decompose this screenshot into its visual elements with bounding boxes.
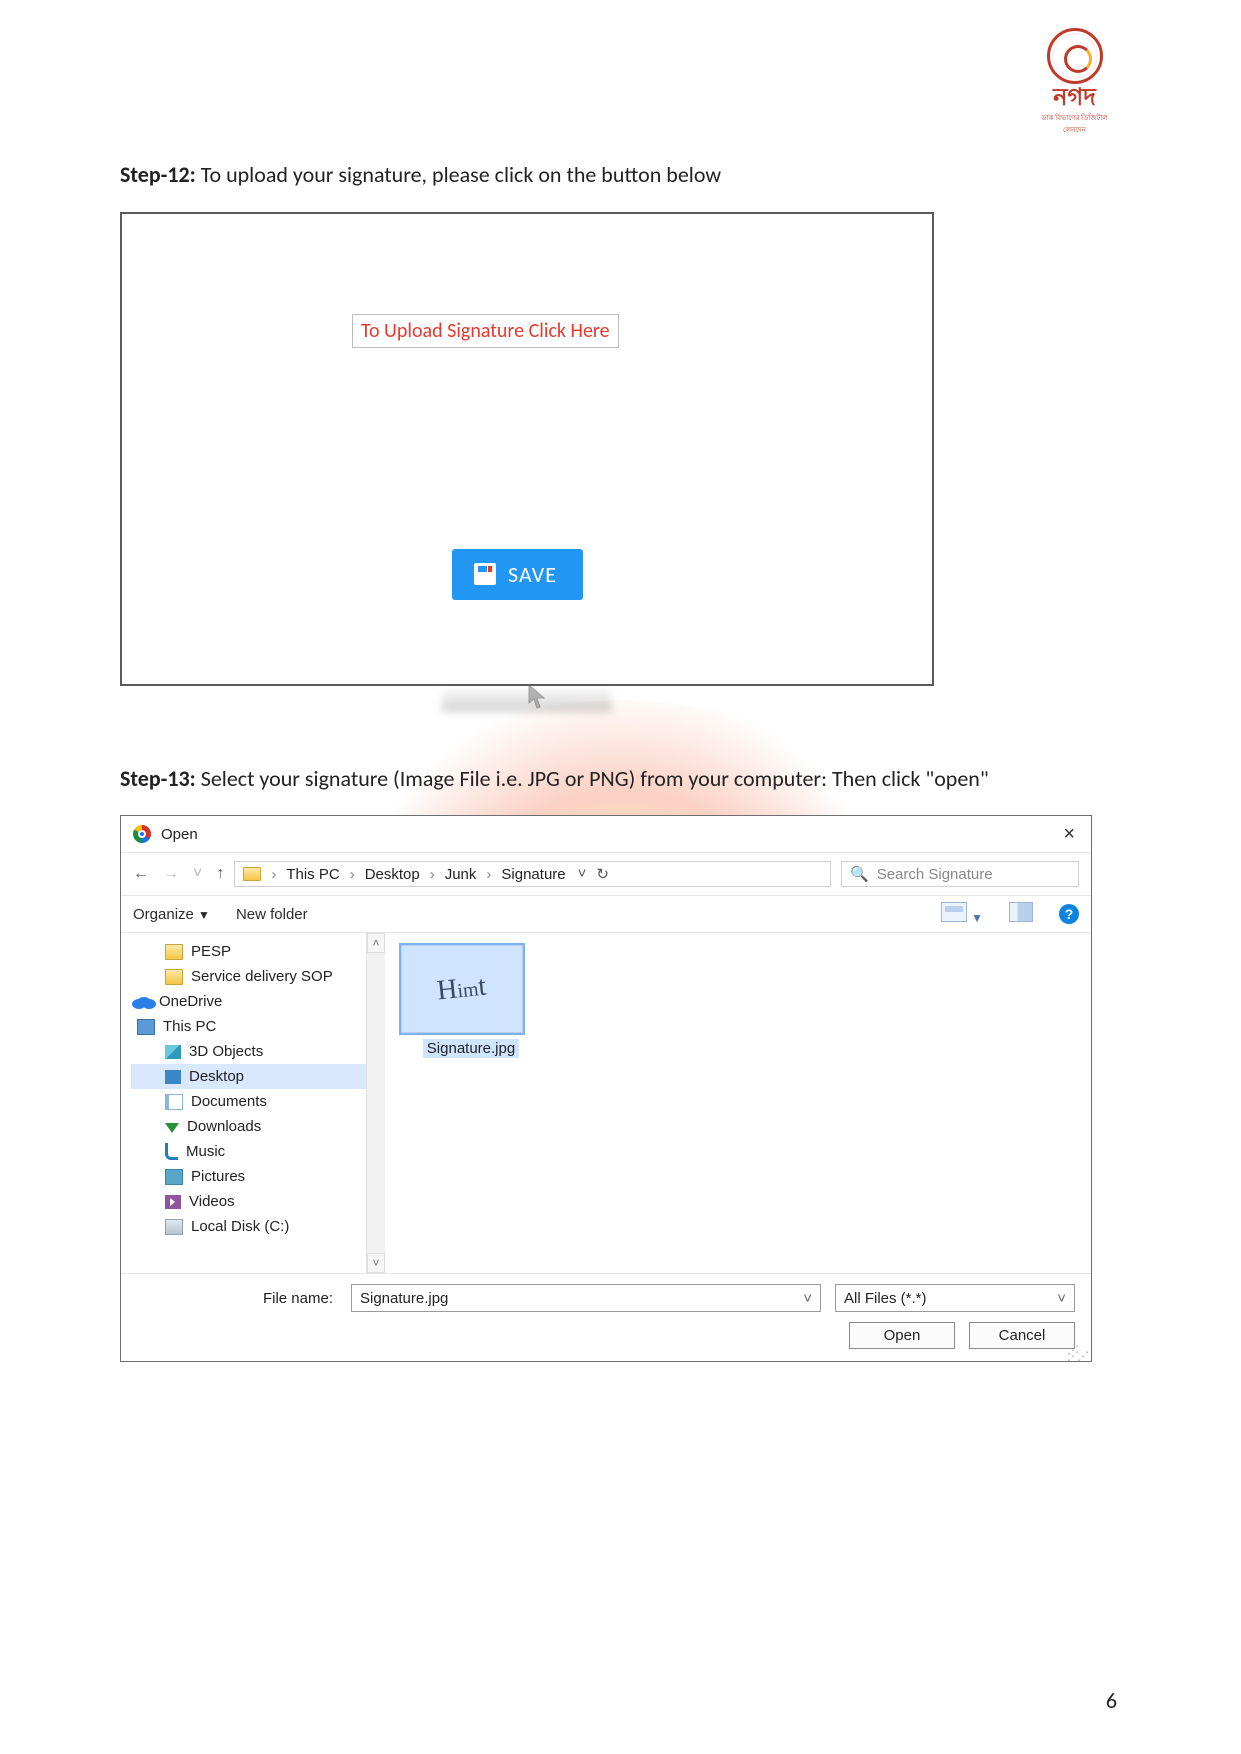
disk-icon <box>165 1219 183 1235</box>
brand-logo: নগদ ডাক বিভাগের ডিজিটাল লেনদেন <box>1032 28 1117 118</box>
tree-item[interactable]: Pictures <box>131 1164 381 1189</box>
pic-icon <box>165 1169 183 1185</box>
cube-icon <box>165 1045 181 1059</box>
tree-item-label: Music <box>186 1143 225 1160</box>
tree-item[interactable]: 3D Objects <box>131 1039 381 1064</box>
nav-back-button[interactable]: ← <box>133 865 149 883</box>
search-icon: 🔍 <box>850 865 869 883</box>
step12-text: To upload your signature, please click o… <box>196 161 721 188</box>
nav-recent-button[interactable]: ˅ <box>193 865 202 883</box>
file-list[interactable]: Himt Signature.jpg <box>385 933 1091 1273</box>
tree-item-label: OneDrive <box>159 993 222 1010</box>
crumb-junk[interactable]: Junk <box>445 866 477 883</box>
tree-item[interactable]: Local Disk (C:) <box>131 1214 381 1239</box>
vid-icon <box>165 1195 181 1209</box>
view-mode-button[interactable]: ▼ <box>941 902 983 926</box>
doc-icon <box>165 1094 183 1110</box>
cursor-icon <box>527 684 547 710</box>
tree-item-label: Local Disk (C:) <box>191 1218 289 1235</box>
tree-item[interactable]: OneDrive <box>131 989 381 1014</box>
page-number: 6 <box>1106 1687 1117 1714</box>
tree-item[interactable]: Downloads <box>131 1114 381 1139</box>
tree-item[interactable]: Videos <box>131 1189 381 1214</box>
filename-label: File name: <box>137 1290 337 1307</box>
upload-screenshot-frame: To Upload Signature Click Here SAVE <box>120 212 934 686</box>
resize-grip-icon[interactable]: ⋰⋰⋰ <box>1067 1347 1087 1359</box>
open-file-dialog: Open × ← → ˅ ↑ › This PC › Desktop › <box>120 815 1092 1362</box>
file-thumbnail: Himt <box>401 945 523 1033</box>
nav-up-button[interactable]: ↑ <box>216 865 224 883</box>
crumb-signature[interactable]: Signature <box>501 866 565 883</box>
tree-item[interactable]: Service delivery SOP <box>131 964 381 989</box>
tree-item-label: Desktop <box>189 1068 244 1085</box>
file-type-filter[interactable]: All Files (*.*) ˅ <box>835 1284 1075 1312</box>
new-folder-button[interactable]: New folder <box>236 906 308 923</box>
save-button[interactable]: SAVE <box>452 549 583 600</box>
tree-item-label: 3D Objects <box>189 1043 263 1060</box>
upload-signature-button[interactable]: To Upload Signature Click Here <box>352 314 619 348</box>
address-bar[interactable]: › This PC › Desktop › Junk › Signature ˅… <box>234 861 831 887</box>
filename-input[interactable]: Signature.jpg ˅ <box>351 1284 821 1312</box>
close-button[interactable]: × <box>1057 824 1081 844</box>
chrome-icon <box>133 825 151 843</box>
step13-label: Step-13: <box>120 765 196 792</box>
tree-item[interactable]: PESP <box>131 939 381 964</box>
logo-mark-icon <box>1047 28 1103 84</box>
filter-dropdown-icon[interactable]: ˅ <box>1057 1290 1066 1307</box>
filename-value: Signature.jpg <box>360 1290 448 1307</box>
save-icon <box>474 563 496 585</box>
music-icon <box>165 1143 178 1160</box>
tree-item-label: This PC <box>163 1018 216 1035</box>
tree-item-label: Service delivery SOP <box>191 968 333 985</box>
crumb-this-pc[interactable]: This PC <box>286 866 339 883</box>
nav-forward-button[interactable]: → <box>163 865 179 883</box>
pc-icon <box>137 1019 155 1035</box>
dialog-title: Open <box>161 826 1057 843</box>
open-button[interactable]: Open <box>849 1322 955 1349</box>
folder-icon <box>165 969 183 985</box>
scroll-down-icon[interactable]: ˅ <box>367 1253 385 1273</box>
cancel-button[interactable]: Cancel <box>969 1322 1075 1349</box>
cloud-icon <box>137 997 151 1007</box>
file-item-label: Signature.jpg <box>423 1039 519 1058</box>
step13-text: Select your signature (Image File i.e. J… <box>196 765 989 792</box>
filename-dropdown-icon[interactable]: ˅ <box>803 1290 812 1307</box>
step12-label: Step-12: <box>120 161 196 188</box>
down-icon <box>165 1123 179 1133</box>
refresh-icon[interactable]: ↻ <box>596 865 609 883</box>
folder-icon <box>165 944 183 960</box>
preview-pane-button[interactable] <box>1009 902 1033 926</box>
tree-item-label: Documents <box>191 1093 267 1110</box>
search-input[interactable]: 🔍 Search Signature <box>841 861 1079 887</box>
thumbnail-view-icon <box>941 902 967 922</box>
tree-item-label: Pictures <box>191 1168 245 1185</box>
tree-item[interactable]: Desktop <box>131 1064 381 1089</box>
folder-icon <box>243 867 261 881</box>
tree-scrollbar[interactable]: ˄ ˅ <box>366 933 385 1273</box>
folder-tree: PESP Service delivery SOP OneDrive This PC 3… <box>121 933 385 1273</box>
address-dropdown-icon[interactable]: ˅ <box>578 865 587 883</box>
scroll-up-icon[interactable]: ˄ <box>367 933 385 953</box>
tree-item-label: Videos <box>189 1193 235 1210</box>
desk-icon <box>165 1070 181 1084</box>
tree-item-label: PESP <box>191 943 231 960</box>
filter-value: All Files (*.*) <box>844 1290 927 1307</box>
file-item-selected[interactable]: Himt Signature.jpg <box>401 945 541 1058</box>
help-icon[interactable]: ? <box>1059 904 1079 924</box>
crumb-desktop[interactable]: Desktop <box>365 866 420 883</box>
brand-name: নগদ <box>1032 86 1117 110</box>
tree-item[interactable]: This PC <box>131 1014 381 1039</box>
tree-item[interactable]: Documents <box>131 1089 381 1114</box>
brand-tagline: ডাক বিভাগের ডিজিটাল লেনদেন <box>1032 112 1117 136</box>
search-placeholder: Search Signature <box>877 866 993 883</box>
organize-menu[interactable]: Organize ▼ <box>133 906 210 923</box>
tree-item[interactable]: Music <box>131 1139 381 1164</box>
save-button-label: SAVE <box>508 561 557 588</box>
preview-pane-icon <box>1009 902 1033 922</box>
tree-item-label: Downloads <box>187 1118 261 1135</box>
step12-heading: Step-12: To upload your signature, pleas… <box>120 160 1121 190</box>
step13-heading: Step-13: Select your signature (Image Fi… <box>120 764 1121 794</box>
